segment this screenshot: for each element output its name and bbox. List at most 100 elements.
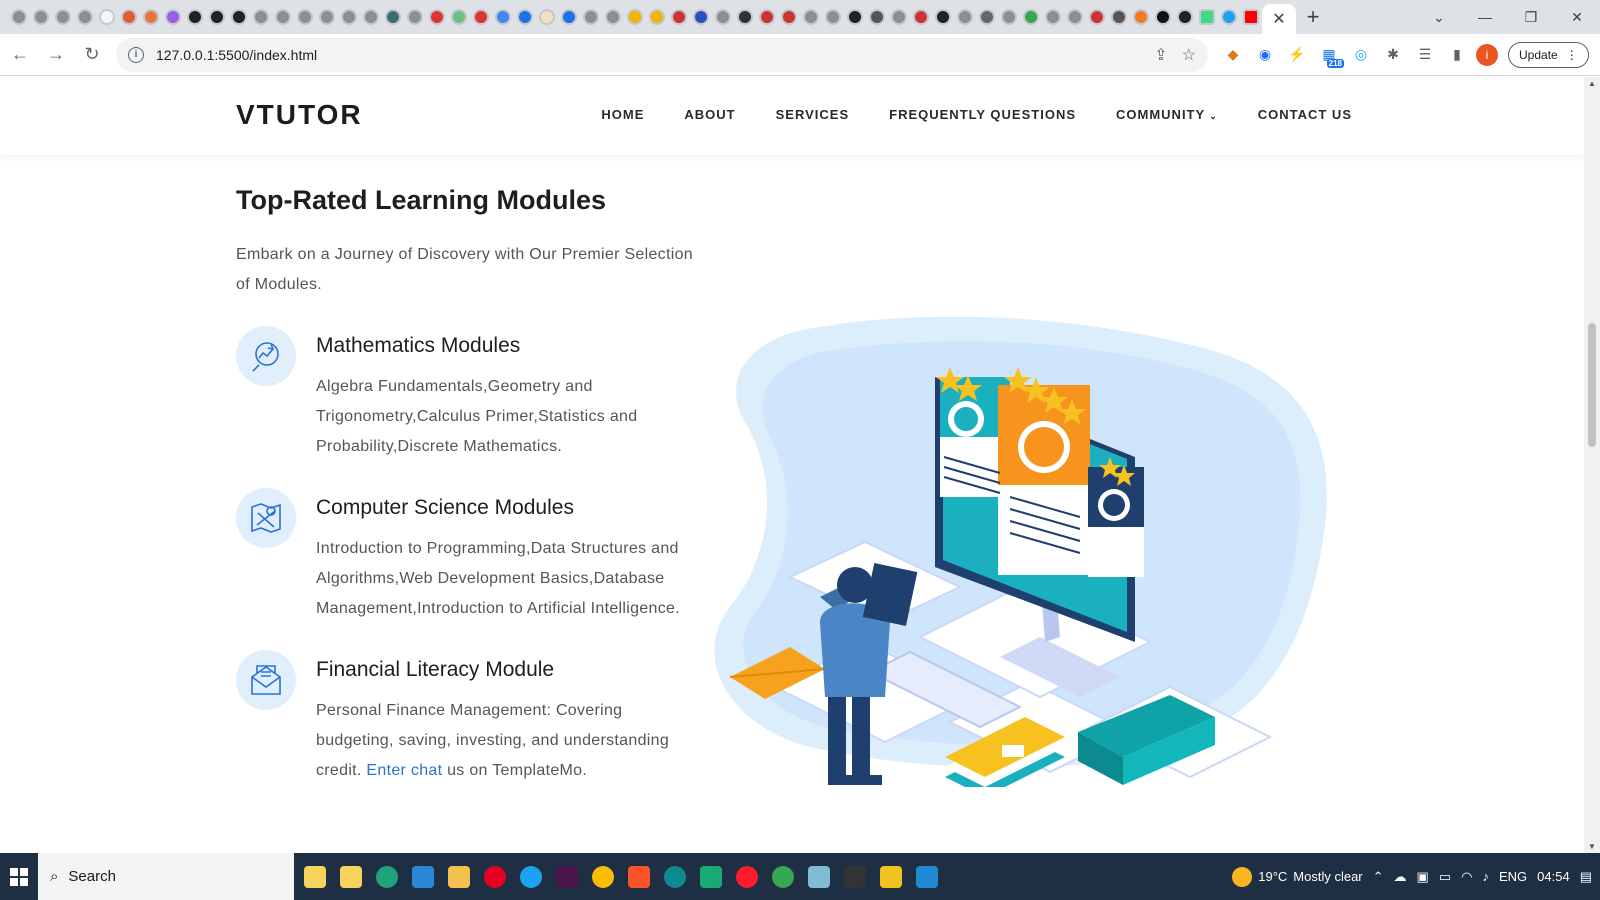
- restore-icon[interactable]: ❐: [1508, 0, 1554, 34]
- tab[interactable]: [558, 0, 580, 34]
- tab[interactable]: [844, 0, 866, 34]
- tab[interactable]: [448, 0, 470, 34]
- tab[interactable]: [734, 0, 756, 34]
- tab[interactable]: [316, 0, 338, 34]
- sticky-notes-icon[interactable]: [304, 865, 326, 888]
- tab[interactable]: [162, 0, 184, 34]
- tab[interactable]: [910, 0, 932, 34]
- nav-item-community-wrap[interactable]: COMMUNITY ⌄: [1116, 107, 1218, 122]
- battery-icon[interactable]: ▭: [1439, 869, 1451, 885]
- slack-icon[interactable]: [556, 865, 578, 888]
- tab[interactable]: [1108, 0, 1130, 34]
- tab[interactable]: [602, 0, 624, 34]
- tab[interactable]: [712, 0, 734, 34]
- tab[interactable]: [382, 0, 404, 34]
- tab[interactable]: [1174, 0, 1196, 34]
- cloud-icon[interactable]: ☁: [1394, 869, 1407, 885]
- extension-icon[interactable]: ◉: [1252, 42, 1278, 68]
- tab[interactable]: [514, 0, 536, 34]
- reading-list-icon[interactable]: ☰: [1412, 42, 1438, 68]
- tab[interactable]: [470, 0, 492, 34]
- active-tab[interactable]: ✕: [1262, 4, 1296, 34]
- tab[interactable]: [74, 0, 96, 34]
- tab[interactable]: [1196, 0, 1218, 34]
- nav-item-about[interactable]: ABOUT: [684, 107, 735, 122]
- minimize-icon[interactable]: —: [1462, 0, 1508, 34]
- wifi-icon[interactable]: ◠: [1461, 869, 1472, 885]
- mail-icon[interactable]: [412, 865, 434, 888]
- twitter-icon[interactable]: [520, 865, 542, 888]
- volume-icon[interactable]: ♪: [1482, 869, 1489, 884]
- taskbar-search[interactable]: ⌕ Search: [38, 853, 294, 900]
- tab[interactable]: [756, 0, 778, 34]
- tab[interactable]: [954, 0, 976, 34]
- scrollbar-thumb[interactable]: [1588, 323, 1596, 447]
- tab[interactable]: [184, 0, 206, 34]
- tab[interactable]: [206, 0, 228, 34]
- share-icon[interactable]: ⇪: [1154, 45, 1167, 65]
- brave-icon[interactable]: [628, 865, 650, 888]
- tab[interactable]: [1086, 0, 1108, 34]
- tab[interactable]: [294, 0, 316, 34]
- file-explorer-icon[interactable]: [448, 865, 470, 888]
- tab[interactable]: [1042, 0, 1064, 34]
- new-tab-button[interactable]: +: [1296, 0, 1330, 34]
- language-indicator[interactable]: ENG: [1499, 869, 1527, 884]
- close-tab-icon[interactable]: ✕: [1272, 9, 1285, 29]
- tab[interactable]: [1020, 0, 1042, 34]
- tab-search-icon[interactable]: ⌄: [1416, 0, 1462, 34]
- tab[interactable]: [646, 0, 668, 34]
- scroll-down-icon[interactable]: ▼: [1588, 842, 1596, 851]
- tab[interactable]: [492, 0, 514, 34]
- tab[interactable]: [8, 0, 30, 34]
- terminal-icon[interactable]: [844, 865, 866, 888]
- nav-item-community[interactable]: COMMUNITY: [1116, 107, 1205, 122]
- tab[interactable]: [140, 0, 162, 34]
- tab[interactable]: [1130, 0, 1152, 34]
- tab[interactable]: [30, 0, 52, 34]
- pinterest-icon[interactable]: [484, 865, 506, 888]
- tab[interactable]: [52, 0, 74, 34]
- nav-item-services[interactable]: SERVICES: [776, 107, 850, 122]
- tab[interactable]: [1218, 0, 1240, 34]
- tab[interactable]: [800, 0, 822, 34]
- reload-button[interactable]: ↻: [76, 39, 108, 71]
- tab[interactable]: [778, 0, 800, 34]
- metamask-icon[interactable]: ◆: [1220, 42, 1246, 68]
- opera-icon[interactable]: [736, 865, 758, 888]
- clock[interactable]: 04:54: [1537, 869, 1570, 884]
- tab[interactable]: [1240, 0, 1262, 34]
- tab[interactable]: [426, 0, 448, 34]
- puzzle-icon[interactable]: ✱: [1380, 42, 1406, 68]
- sticky-notes-icon[interactable]: [340, 865, 362, 888]
- tab[interactable]: [360, 0, 382, 34]
- chrome-active-icon[interactable]: [772, 865, 794, 888]
- tab[interactable]: [338, 0, 360, 34]
- start-button[interactable]: [0, 853, 38, 900]
- address-bar[interactable]: i 127.0.0.1:5500/index.html ⇪ ☆: [116, 37, 1208, 72]
- close-window-icon[interactable]: ✕: [1554, 0, 1600, 34]
- tab[interactable]: [272, 0, 294, 34]
- tab[interactable]: [118, 0, 140, 34]
- app-icon[interactable]: [664, 865, 686, 888]
- nav-item-contact[interactable]: CONTACT US: [1258, 107, 1352, 122]
- tab[interactable]: [976, 0, 998, 34]
- tab[interactable]: [580, 0, 602, 34]
- chrome-icon[interactable]: [592, 865, 614, 888]
- tab[interactable]: [998, 0, 1020, 34]
- tab[interactable]: [932, 0, 954, 34]
- meet-now-icon[interactable]: ▣: [1417, 869, 1429, 885]
- extension-icon[interactable]: ◎: [1348, 42, 1374, 68]
- extension-icon[interactable]: ▦ 218: [1316, 42, 1344, 68]
- notification-center-icon[interactable]: ▤: [1580, 869, 1592, 885]
- vscode-icon[interactable]: [916, 865, 938, 888]
- tab[interactable]: [1152, 0, 1174, 34]
- tab[interactable]: [536, 0, 558, 34]
- url-text[interactable]: 127.0.0.1:5500/index.html: [156, 47, 1140, 63]
- edge-icon[interactable]: [376, 865, 398, 888]
- enter-chat-link[interactable]: Enter chat: [366, 762, 442, 779]
- weather-widget[interactable]: 19°C Mostly clear: [1232, 866, 1363, 887]
- tab[interactable]: [228, 0, 250, 34]
- nav-item-home[interactable]: HOME: [601, 107, 644, 122]
- app-icon[interactable]: [700, 865, 722, 888]
